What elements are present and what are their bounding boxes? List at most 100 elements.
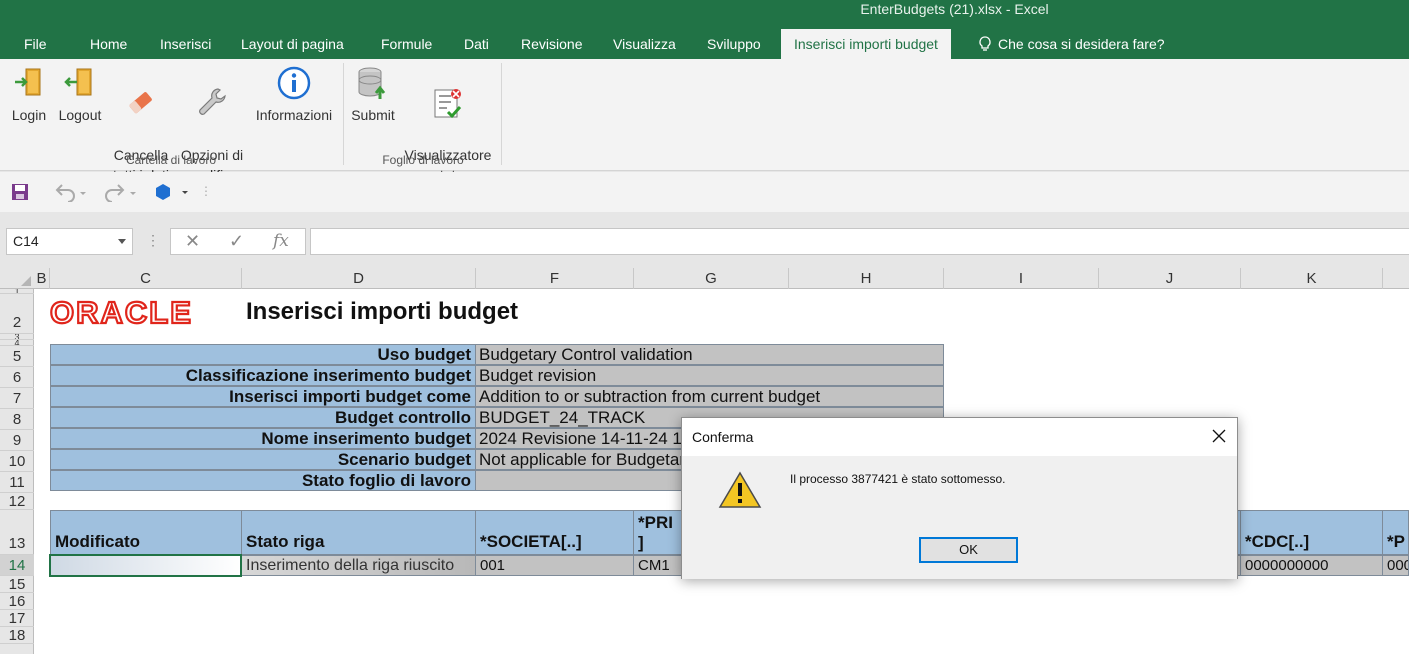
login-door-icon [15, 68, 41, 96]
row-header[interactable]: 8 [0, 409, 34, 430]
column-header[interactable]: D [242, 268, 476, 289]
dialog-title-bar: Conferma [682, 418, 1237, 456]
cell-stato-riga[interactable]: Inserimento della riga riuscito [242, 555, 476, 576]
row-header[interactable]: 5 [0, 346, 34, 367]
info-row: Uso budget Budgetary Control validation [50, 344, 944, 365]
row-header[interactable]: 9 [0, 430, 34, 451]
row-header[interactable]: 11 [0, 472, 34, 493]
select-all-corner[interactable] [0, 268, 34, 289]
chevron-down-icon [118, 239, 126, 244]
cell-p[interactable]: 000 [1383, 555, 1409, 576]
qat-more-icon[interactable]: ⋮ [200, 184, 212, 204]
column-header[interactable]: C [50, 268, 242, 289]
row-header[interactable]: 17 [0, 610, 34, 627]
tab-sviluppo[interactable]: Sviluppo [697, 29, 771, 59]
logout-label: Logout [58, 107, 102, 123]
table-header-modificato[interactable]: Modificato [50, 510, 242, 555]
wrench-icon [199, 88, 226, 115]
cancel-icon[interactable]: ✕ [185, 231, 200, 252]
info-value[interactable]: Addition to or subtraction from current … [476, 386, 944, 407]
table-header-p[interactable]: *P [1383, 510, 1409, 555]
table-header-stato-riga[interactable]: Stato riga [242, 510, 476, 555]
column-headers: B C D F G H I J K [0, 268, 1409, 289]
info-label: Stato foglio di lavoro [50, 470, 476, 491]
status-viewer-button[interactable]: Visualizzatore stato [400, 65, 496, 185]
row-header[interactable]: 15 [0, 576, 34, 593]
info-label: Informazioni [255, 107, 333, 123]
row-header[interactable]: 6 [0, 367, 34, 388]
info-label: Scenario budget [50, 449, 476, 470]
column-header[interactable]: I [944, 268, 1099, 289]
shapes-icon[interactable] [154, 182, 190, 202]
title-bar: EnterBudgets (21).xlsx - Excel [0, 0, 1409, 29]
dialog-body: Il processo 3877421 è stato sottomesso. … [682, 456, 1237, 579]
column-header[interactable]: K [1241, 268, 1383, 289]
fx-icon[interactable]: fx [273, 231, 289, 251]
sheet-group-label: Foglio di lavoro [382, 153, 464, 167]
formula-actions: ✕ ✓ fx [170, 228, 306, 255]
group-separator [343, 63, 344, 165]
info-icon [277, 66, 311, 100]
ok-button[interactable]: OK [919, 537, 1018, 563]
tab-formule[interactable]: Formule [371, 29, 442, 59]
undo-icon[interactable] [52, 182, 88, 202]
tab-file[interactable]: File [14, 29, 57, 59]
login-button[interactable]: Login [8, 65, 50, 125]
page-title: Inserisci importi budget [246, 298, 519, 325]
tab-visualizza[interactable]: Visualizza [603, 29, 686, 59]
info-button[interactable]: Informazioni [252, 65, 336, 125]
name-box[interactable]: C14 [6, 228, 133, 255]
row-header[interactable]: 12 [0, 493, 34, 510]
row-header[interactable]: 18 [0, 627, 34, 644]
column-header[interactable]: B [34, 268, 50, 289]
column-header[interactable]: H [789, 268, 944, 289]
redo-icon[interactable] [102, 182, 138, 202]
row-header[interactable]: 2 [0, 294, 34, 334]
table-header-societa[interactable]: *SOCIETA[..] [476, 510, 634, 555]
column-header[interactable]: G [634, 268, 789, 289]
oracle-logo-text: ORACLE [50, 298, 193, 326]
row-header[interactable]: 16 [0, 593, 34, 610]
cell-societa[interactable]: 001 [476, 555, 634, 576]
tab-dati[interactable]: Dati [454, 29, 499, 59]
oracle-logo-image: ORACLE [49, 294, 193, 331]
row-header[interactable]: 10 [0, 451, 34, 472]
row-header[interactable]: 14 [0, 555, 34, 576]
formula-bar: C14 ⋮ ✕ ✓ fx [0, 212, 1409, 268]
enter-icon[interactable]: ✓ [229, 231, 244, 252]
tab-inserisci-importi-budget[interactable]: Inserisci importi budget [781, 29, 951, 59]
edit-options-button[interactable]: Opzioni di modifica [176, 65, 248, 185]
tell-me-box[interactable]: Che cosa si desidera fare? [978, 29, 1165, 59]
table-header-cdc[interactable]: *CDC[..] [1241, 510, 1383, 555]
name-box-value: C14 [13, 233, 39, 249]
save-icon[interactable] [10, 182, 30, 202]
row-header[interactable]: 7 [0, 388, 34, 409]
logout-button[interactable]: Logout [56, 65, 104, 125]
login-label: Login [11, 107, 47, 123]
formula-input[interactable] [310, 228, 1409, 255]
tab-revisione[interactable]: Revisione [511, 29, 592, 59]
info-label: Budget controllo [50, 407, 476, 428]
formula-grip-icon: ⋮ [146, 232, 160, 248]
info-value[interactable]: Budget revision [476, 365, 944, 386]
confirm-dialog: Conferma Il processo 3877421 è stato sot… [681, 417, 1238, 579]
database-upload-icon [358, 67, 386, 99]
submit-button[interactable]: Submit [348, 65, 398, 125]
cell-cdc[interactable]: 0000000000 [1241, 555, 1383, 576]
column-header[interactable]: J [1099, 268, 1241, 289]
info-value[interactable]: Budgetary Control validation [476, 344, 944, 365]
active-cell-selection [49, 554, 242, 577]
dialog-title: Conferma [692, 429, 754, 445]
column-header[interactable]: F [476, 268, 634, 289]
row-headers: 1 2 3 4 5 6 7 8 9 10 11 12 13 14 15 16 1… [0, 289, 34, 654]
clear-all-data-button[interactable]: Cancella tutti i dati [108, 65, 174, 185]
ribbon: Login Logout Cancella tutti i dati Opzio… [0, 59, 1409, 183]
tab-inserisci[interactable]: Inserisci [150, 29, 221, 59]
workbook-group-label: Cartella di lavoro [125, 153, 217, 167]
row-header[interactable]: 13 [0, 510, 34, 555]
tab-layout-di-pagina[interactable]: Layout di pagina [231, 29, 354, 59]
dialog-message: Il processo 3877421 è stato sottomesso. [790, 472, 1006, 486]
tab-home[interactable]: Home [80, 29, 137, 59]
info-row: Classificazione inserimento budget Budget… [50, 365, 944, 386]
close-icon[interactable] [1211, 428, 1227, 444]
